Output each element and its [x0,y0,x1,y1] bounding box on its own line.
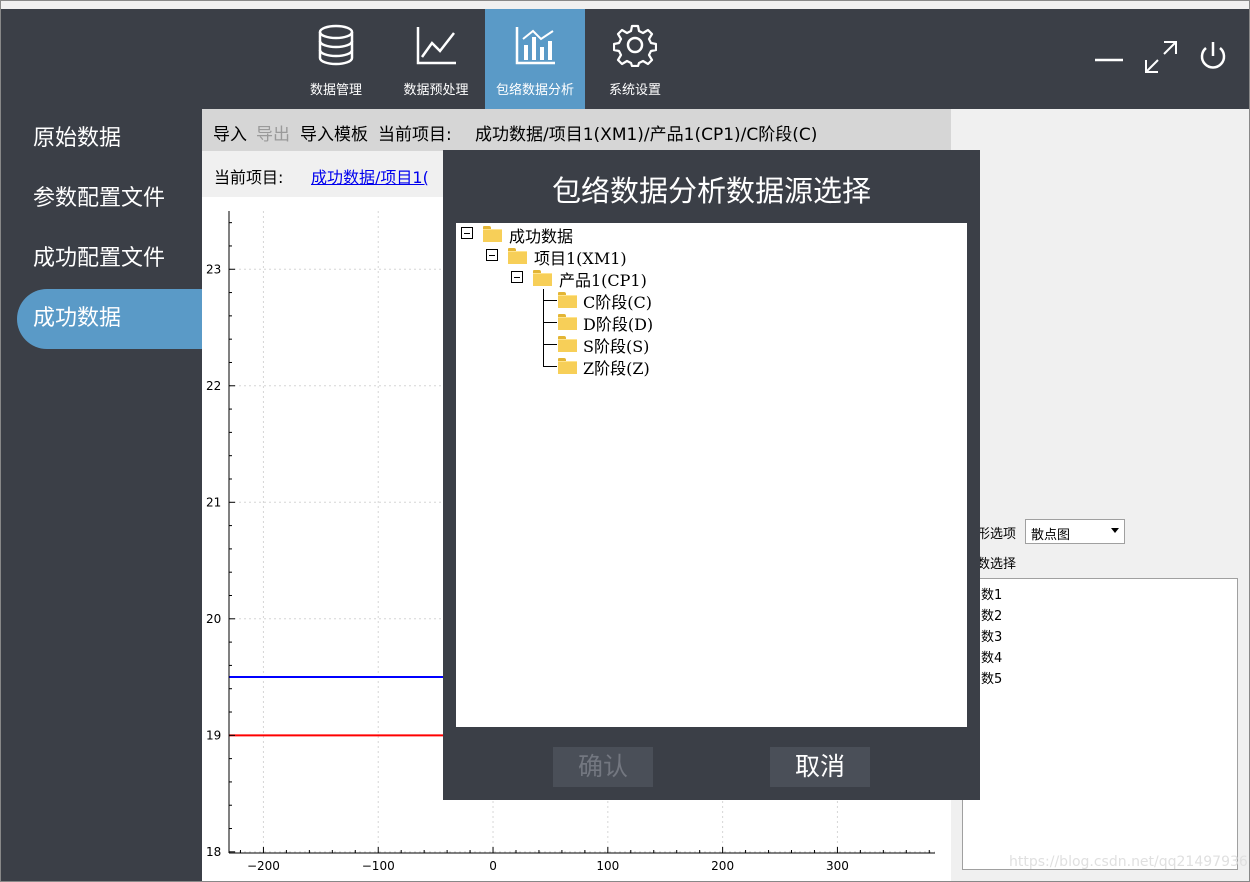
data-source-dialog: 包络数据分析数据源选择 成功数据 项目1(XM1) 产品1(CP1) C阶段(C… [443,150,980,800]
power-icon[interactable] [1197,39,1229,73]
nav-label: 数据管理 [309,83,362,98]
gear-icon [613,24,657,67]
y-tick-label: 19 [206,728,221,742]
nav-label: 数据预处理 [403,83,469,98]
x-tick-label: 0 [489,859,497,873]
tree-connector [543,366,557,367]
sidebar-item-success-data[interactable]: 成功数据 [17,289,202,349]
x-tick-label: 100 [596,859,619,873]
list-item[interactable]: 数1 [981,584,1002,603]
x-tick-label: 300 [826,859,849,873]
param-select-label: 数选择 [977,557,1017,572]
list-item[interactable]: 数2 [981,605,1002,624]
tree-label: C阶段(C) [583,293,652,312]
nav-data-preprocess[interactable]: 数据预处理 [386,9,486,109]
graph-option-label: 形选项 [977,527,1017,542]
param-list[interactable]: 数1 数2 数3 数4 数5 [962,578,1238,870]
collapse-icon[interactable] [511,271,523,283]
list-item[interactable]: 数5 [981,668,1002,687]
database-icon [318,24,354,66]
tree-label: S阶段(S) [583,337,650,356]
export-button[interactable]: 导出 [256,120,290,145]
nav-label: 包络数据分析 [495,83,574,98]
minimize-icon[interactable] [1093,39,1125,71]
y-tick-label: 22 [206,379,221,393]
y-tick-label: 21 [206,495,221,509]
tree-label: Z阶段(Z) [583,359,650,378]
collapse-icon[interactable] [461,227,473,239]
y-tick-label: 23 [206,262,221,276]
graph-type-value: 散点图 [1031,528,1071,543]
folder-icon [533,270,552,286]
x-tick-label: −100 [362,859,395,873]
right-panel: 形选项 散点图 数选择 数1 数2 数3 数4 数5 https://blog.… [951,151,1249,881]
tree-connector [543,300,557,301]
folder-icon [558,292,577,308]
sidebar: 原始数据 参数配置文件 成功配置文件 成功数据 [1,109,202,881]
x-tick-label: 200 [711,859,734,873]
sidebar-item-raw-data[interactable]: 原始数据 [17,109,202,169]
list-item[interactable]: 数4 [981,647,1002,666]
tree-connector [543,322,557,323]
y-tick-label: 18 [206,845,221,859]
current-project-path: 成功数据/项目1(XM1)/产品1(CP1)/C阶段(C) [475,125,818,145]
tree-label: 产品1(CP1) [559,271,647,290]
data-source-tree: 成功数据 项目1(XM1) 产品1(CP1) C阶段(C) D阶段(D) S阶段… [456,223,967,727]
nav-label: 系统设置 [608,83,661,98]
nav-data-management[interactable]: 数据管理 [286,9,386,109]
x-tick-label: −200 [247,859,280,873]
app-window: 数据管理 数据预处理 包络数据分析 系统设置 原始数据 参数配置文件 成功配置文… [0,0,1250,882]
import-template-button[interactable]: 导入模板 [300,120,368,145]
list-item[interactable]: 数3 [981,626,1002,645]
sidebar-item-param-config[interactable]: 参数配置文件 [17,169,202,229]
nav-system-settings[interactable]: 系统设置 [585,9,685,109]
tree-label: 项目1(XM1) [534,249,627,268]
folder-icon [483,226,502,242]
tree-label: 成功数据 [509,227,574,246]
sidebar-item-success-config[interactable]: 成功配置文件 [17,229,202,289]
tree-label: D阶段(D) [583,315,654,334]
project-label: 当前项目: [214,168,284,187]
y-tick-label: 20 [206,612,221,626]
collapse-icon[interactable] [486,249,498,261]
folder-icon [558,314,577,330]
folder-icon [558,336,577,352]
watermark: https://blog.csdn.net/qq21497936 [1009,854,1248,870]
nav-envelope-analysis[interactable]: 包络数据分析 [485,9,585,109]
folder-icon [558,358,577,374]
dialog-title: 包络数据分析数据源选择 [551,174,871,208]
tree-connector [543,344,557,345]
line-chart-icon [416,27,456,65]
top-nav-bar: 数据管理 数据预处理 包络数据分析 系统设置 [1,9,1249,109]
import-button[interactable]: 导入 [213,120,247,145]
folder-icon [508,248,527,264]
cancel-button[interactable]: 取消 [770,747,870,787]
maximize-icon[interactable] [1144,39,1178,75]
toolbar: 导入 导出 导入模板 当前项目: 成功数据/项目1(XM1)/产品1(CP1)/… [202,109,951,151]
graph-type-select[interactable]: 散点图 [1025,519,1125,544]
bar-chart-icon [515,27,555,65]
chevron-down-icon [1111,528,1119,533]
current-project-label: 当前项目: [378,125,452,145]
confirm-button[interactable]: 确认 [553,747,653,787]
project-link[interactable]: 成功数据/项目1( [311,164,429,188]
